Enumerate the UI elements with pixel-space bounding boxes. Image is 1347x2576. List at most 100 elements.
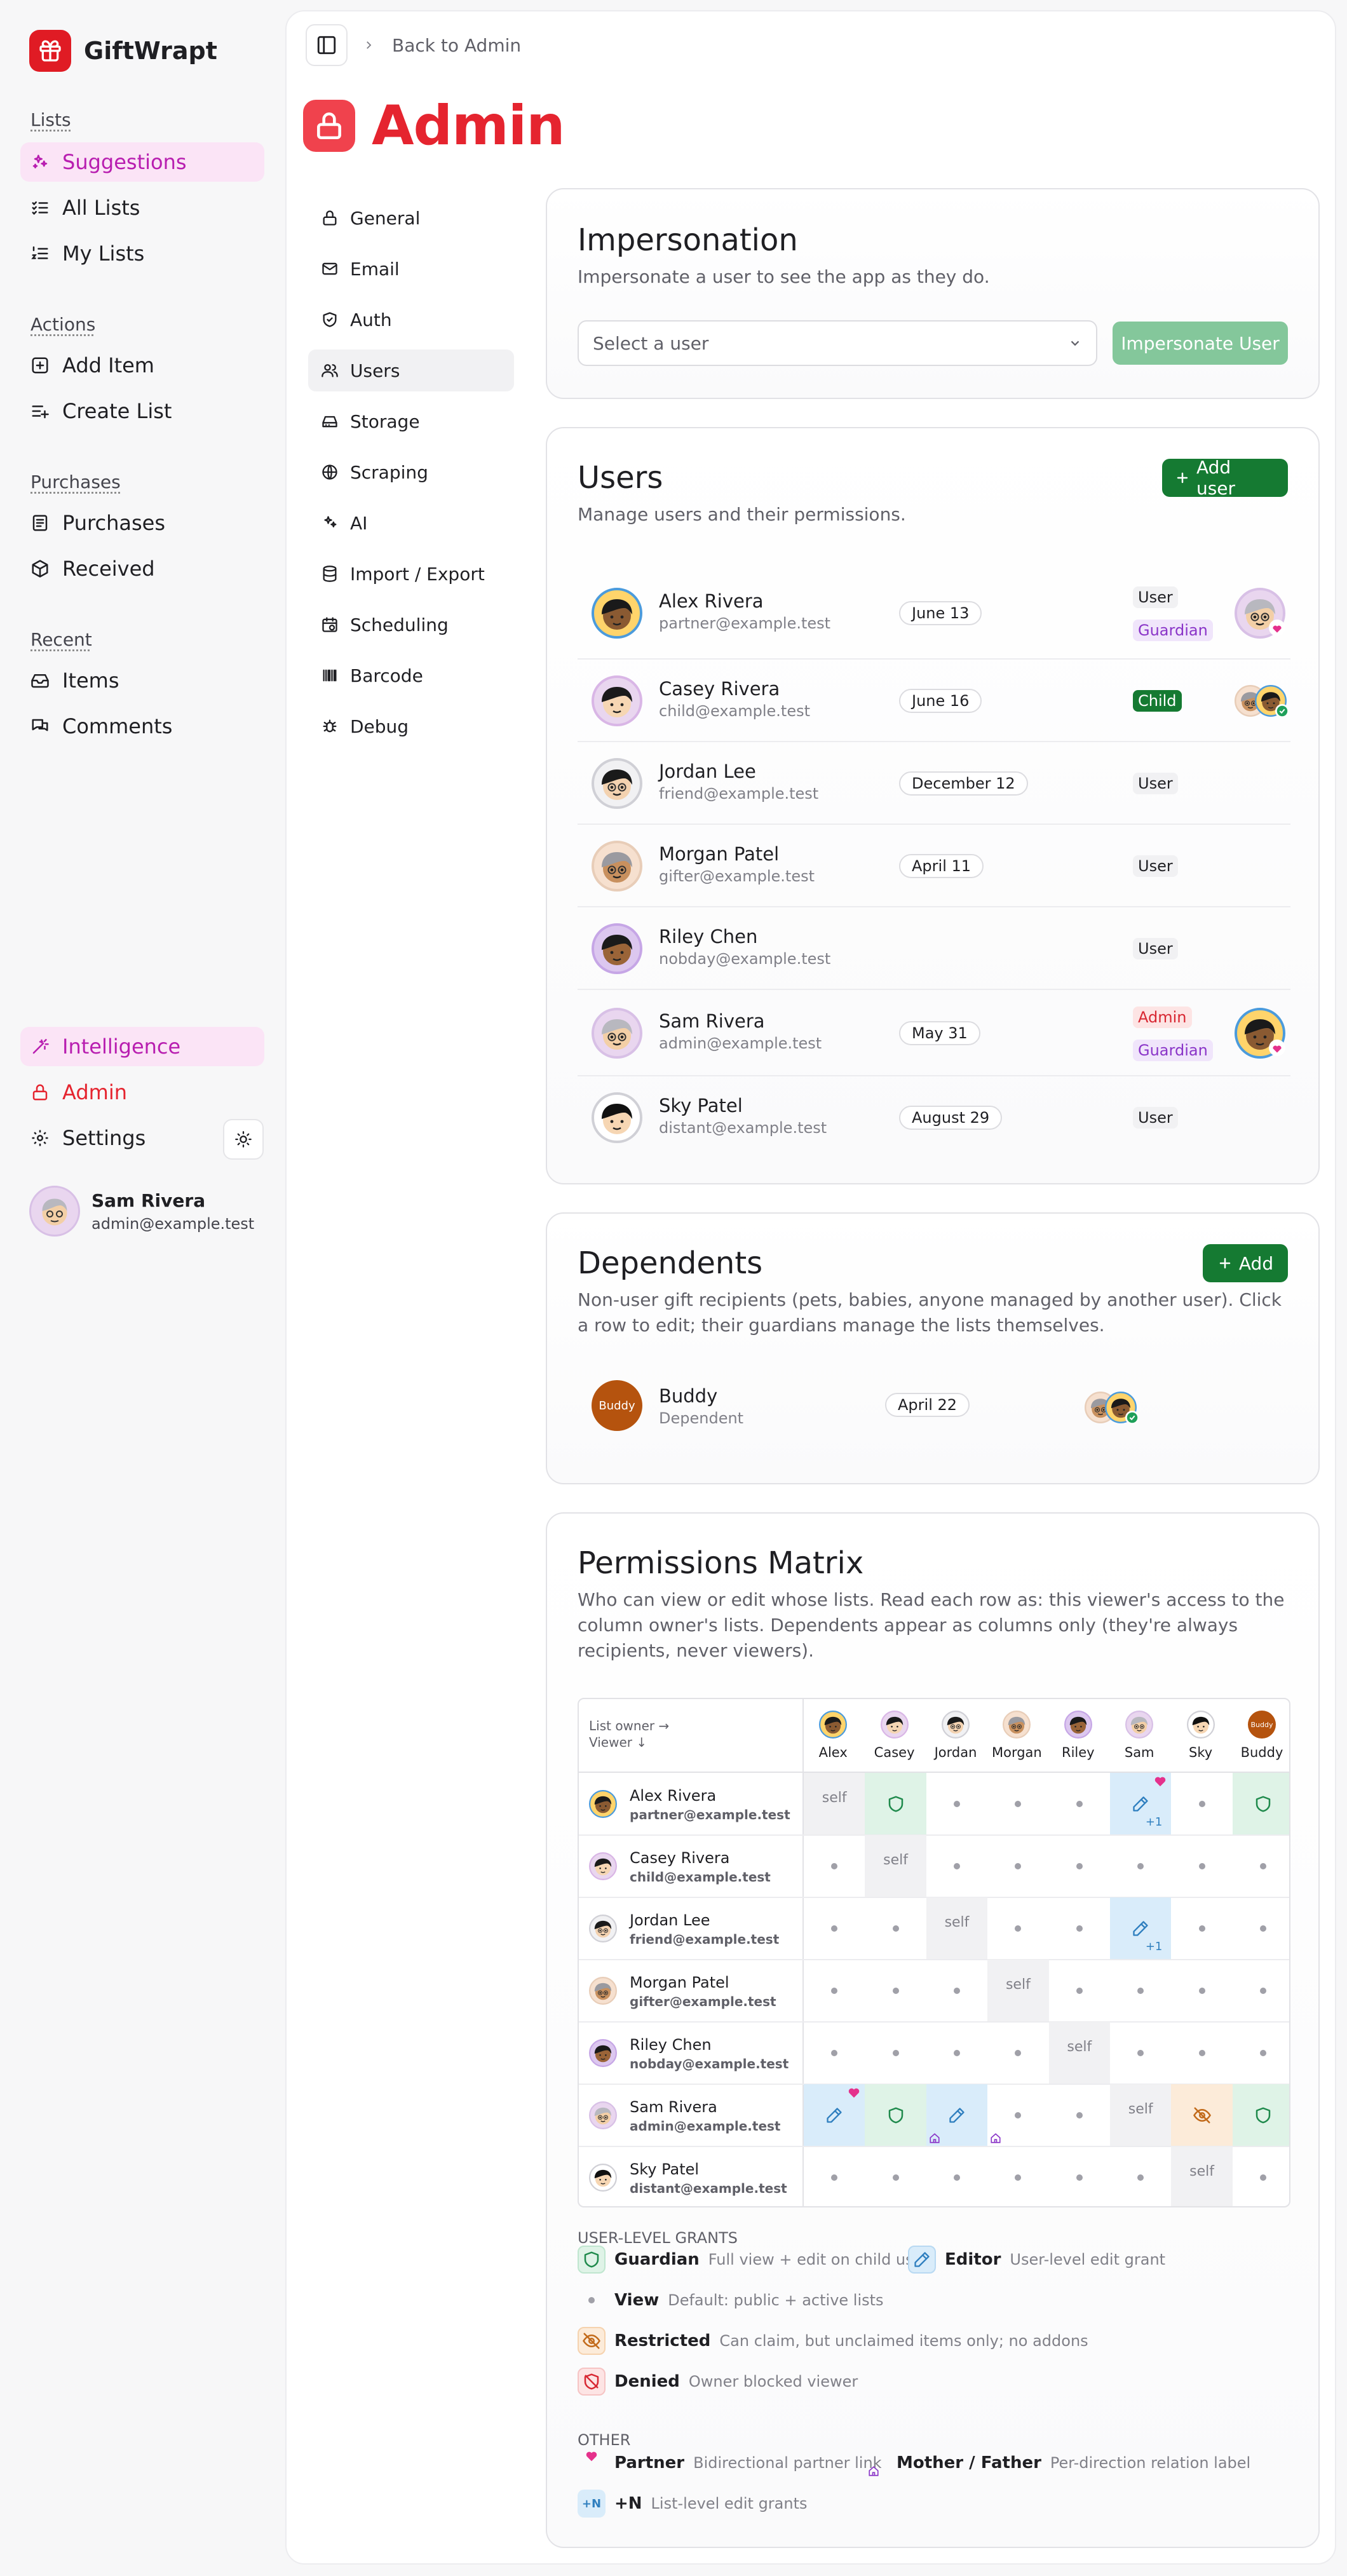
user-select[interactable]: Select a user	[578, 320, 1097, 366]
table-row[interactable]: Sam Rivera admin@example.test May 31 Admin G…	[578, 990, 1290, 1076]
matrix-cell[interactable]	[804, 1835, 865, 1897]
subnav-ai[interactable]: AI	[308, 502, 514, 544]
matrix-cell[interactable]	[926, 2022, 987, 2084]
matrix-cell[interactable]	[804, 1960, 865, 2022]
matrix-cell[interactable]	[804, 2022, 865, 2084]
subnav-scheduling[interactable]: Scheduling	[308, 604, 514, 646]
matrix-cell[interactable]	[804, 2146, 865, 2206]
matrix-cell[interactable]	[1233, 1897, 1289, 1960]
table-row[interactable]: Alex Rivera partner@example.test June 13 Us…	[578, 567, 1290, 660]
matrix-cell[interactable]	[926, 2084, 988, 2146]
matrix-cell[interactable]	[1232, 2084, 1289, 2146]
matrix-cell[interactable]: self	[1171, 2146, 1233, 2206]
matrix-cell[interactable]	[865, 1897, 926, 1960]
matrix-cell[interactable]	[987, 2146, 1048, 2206]
matrix-cell[interactable]	[1171, 1773, 1232, 1835]
matrix-cell[interactable]	[1049, 1835, 1110, 1897]
matrix-cell[interactable]	[926, 1773, 987, 1835]
nav-create-list[interactable]: Create List	[20, 391, 264, 431]
matrix-cell[interactable]	[1171, 1897, 1232, 1960]
matrix-cell[interactable]: self	[1110, 2084, 1172, 2146]
nav-purchases[interactable]: Purchases	[20, 503, 264, 543]
matrix-cell[interactable]: self	[804, 1773, 865, 1835]
matrix-cell[interactable]	[1171, 2022, 1232, 2084]
nav-admin[interactable]: Admin	[20, 1073, 264, 1112]
matrix-cell[interactable]	[1110, 2146, 1171, 2206]
nav-intelligence[interactable]: Intelligence	[20, 1027, 264, 1066]
back-to-admin-link[interactable]: Back to Admin	[392, 35, 521, 56]
matrix-cell[interactable]	[1233, 2146, 1289, 2206]
nav-items[interactable]: Items	[20, 661, 264, 700]
table-row[interactable]: Jordan Lee friend@example.test December 12…	[578, 742, 1290, 825]
matrix-cell[interactable]	[1171, 1835, 1232, 1897]
matrix-cell[interactable]	[1110, 2022, 1171, 2084]
matrix-cell[interactable]	[865, 1773, 926, 1835]
nav-my-lists[interactable]: My Lists	[20, 234, 264, 273]
nav-suggestions[interactable]: Suggestions	[20, 142, 264, 182]
subnav-general[interactable]: General	[308, 197, 514, 239]
matrix-cell[interactable]	[926, 1960, 987, 2022]
subnav-import-export[interactable]: Import / Export	[308, 553, 514, 595]
matrix-cell[interactable]: self	[1048, 2022, 1110, 2084]
matrix-cell[interactable]	[865, 2022, 926, 2084]
matrix-cell[interactable]	[1049, 1773, 1110, 1835]
matrix-cell[interactable]	[1110, 1960, 1171, 2022]
matrix-cell[interactable]	[926, 2146, 987, 2206]
matrix-cell[interactable]	[1049, 2084, 1110, 2146]
matrix-cell[interactable]	[804, 2084, 865, 2146]
matrix-cell[interactable]	[987, 1835, 1048, 1897]
subnav-storage[interactable]: Storage	[308, 400, 514, 442]
matrix-cell[interactable]	[1232, 1773, 1289, 1835]
nav-received[interactable]: Received	[20, 549, 264, 588]
subnav-debug[interactable]: Debug	[308, 705, 514, 747]
matrix-cell[interactable]: +1	[1110, 1773, 1172, 1835]
theme-toggle-button[interactable]	[223, 1119, 264, 1160]
breadcrumb[interactable]: Back to Admin	[363, 28, 521, 62]
matrix-cell[interactable]	[865, 2146, 926, 2206]
matrix-cell[interactable]	[1233, 1960, 1289, 2022]
plus-icon	[1219, 1257, 1231, 1269]
matrix-cell[interactable]	[987, 1897, 1048, 1960]
matrix-cell[interactable]	[1171, 2084, 1233, 2146]
matrix-cell[interactable]	[804, 1897, 865, 1960]
matrix-cell[interactable]: self	[987, 1960, 1049, 2022]
matrix-cell[interactable]	[1233, 2022, 1289, 2084]
matrix-cell[interactable]	[865, 1960, 926, 2022]
matrix-cell[interactable]	[865, 2084, 926, 2146]
matrix-cell[interactable]	[987, 2022, 1048, 2084]
dependent-row[interactable]: Buddy Buddy Dependent April 22	[578, 1370, 1290, 1441]
add-user-button[interactable]: Add user	[1162, 457, 1288, 499]
matrix-cell[interactable]	[1233, 1835, 1289, 1897]
table-row[interactable]: Riley Chen nobday@example.test User	[578, 907, 1290, 990]
table-row[interactable]: Casey Rivera child@example.test June 16 Chi…	[578, 660, 1290, 742]
matrix-cell[interactable]	[987, 2084, 1048, 2146]
subnav-scraping[interactable]: Scraping	[308, 451, 514, 493]
matrix-cell[interactable]: self	[926, 1897, 988, 1960]
matrix-cell[interactable]: self	[865, 1835, 926, 1897]
subnav-auth[interactable]: Auth	[308, 299, 514, 341]
matrix-cell[interactable]	[987, 1773, 1048, 1835]
matrix-cell[interactable]	[1049, 1960, 1110, 2022]
table-row[interactable]: Morgan Patel gifter@example.test April 11 U…	[578, 825, 1290, 907]
sidebar-toggle-button[interactable]	[306, 24, 348, 66]
avatar	[589, 2164, 617, 2192]
nav-all-lists[interactable]: All Lists	[20, 188, 264, 227]
nav-add-item[interactable]: Add Item	[20, 346, 264, 385]
matrix-cell[interactable]	[926, 1835, 987, 1897]
matrix-col-label: Alex	[818, 1745, 848, 1760]
impersonate-user-button[interactable]: Impersonate User	[1113, 322, 1288, 365]
matrix-cell[interactable]	[1049, 2146, 1110, 2206]
matrix-cell[interactable]: +1	[1110, 1897, 1172, 1960]
nav-settings[interactable]: Settings	[20, 1118, 211, 1158]
current-user[interactable]: Sam Rivera admin@example.test	[29, 1186, 254, 1237]
matrix-cell[interactable]	[1171, 1960, 1232, 2022]
subnav-barcode[interactable]: Barcode	[308, 654, 514, 696]
matrix-cell[interactable]	[1110, 1835, 1171, 1897]
add-dependent-button[interactable]: Add	[1203, 1244, 1288, 1282]
brand[interactable]: GiftWrapt	[29, 30, 217, 72]
subnav-users[interactable]: Users	[308, 349, 514, 391]
matrix-cell[interactable]	[1049, 1897, 1110, 1960]
subnav-email[interactable]: Email	[308, 248, 514, 290]
nav-comments[interactable]: Comments	[20, 707, 264, 746]
table-row[interactable]: Sky Patel distant@example.test August 29 Us…	[578, 1076, 1290, 1159]
